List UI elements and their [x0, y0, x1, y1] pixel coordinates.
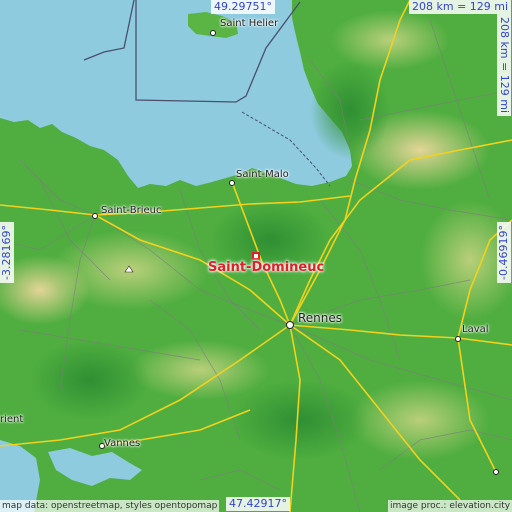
- north-latitude-label: 49.29751°: [211, 0, 275, 14]
- city-label-rennes: Rennes: [298, 311, 343, 325]
- city-label-lorient: rient: [0, 414, 24, 425]
- city-dot-icon: [493, 469, 499, 475]
- location-map: Saint Helier Saint-Malo Saint-Brieuc Ren…: [0, 0, 512, 512]
- vertical-scale-label: 208 km = 129 mi: [497, 14, 511, 117]
- city-label-saint-malo: Saint-Malo: [236, 169, 289, 180]
- horizontal-scale-label: 208 km = 129 mi: [409, 0, 512, 14]
- target-place-label: Saint-Domineuc: [208, 260, 325, 275]
- image-processing-credit: image proc.: elevation.city: [388, 500, 512, 512]
- city-dot-icon: [210, 30, 216, 36]
- target-marker-icon: [252, 252, 260, 260]
- west-longitude-label: -3.28169°: [0, 222, 14, 283]
- city-dot-icon: [229, 180, 235, 186]
- city-label-vannes: Vannes: [104, 438, 141, 449]
- city-dot-icon: [455, 336, 461, 342]
- south-latitude-label: 47.42917°: [226, 497, 290, 511]
- east-longitude-label: -0.46919°: [497, 222, 511, 283]
- city-dot-icon: [92, 213, 98, 219]
- city-label-laval: Laval: [462, 324, 489, 335]
- city-dot-icon: [286, 321, 294, 329]
- city-label-saint-brieuc: Saint-Brieuc: [101, 205, 162, 216]
- city-label-saint-helier: Saint Helier: [220, 18, 279, 29]
- terrain-layer: [0, 0, 512, 512]
- map-data-credit: map data: openstreetmap, styles opentopo…: [0, 500, 220, 512]
